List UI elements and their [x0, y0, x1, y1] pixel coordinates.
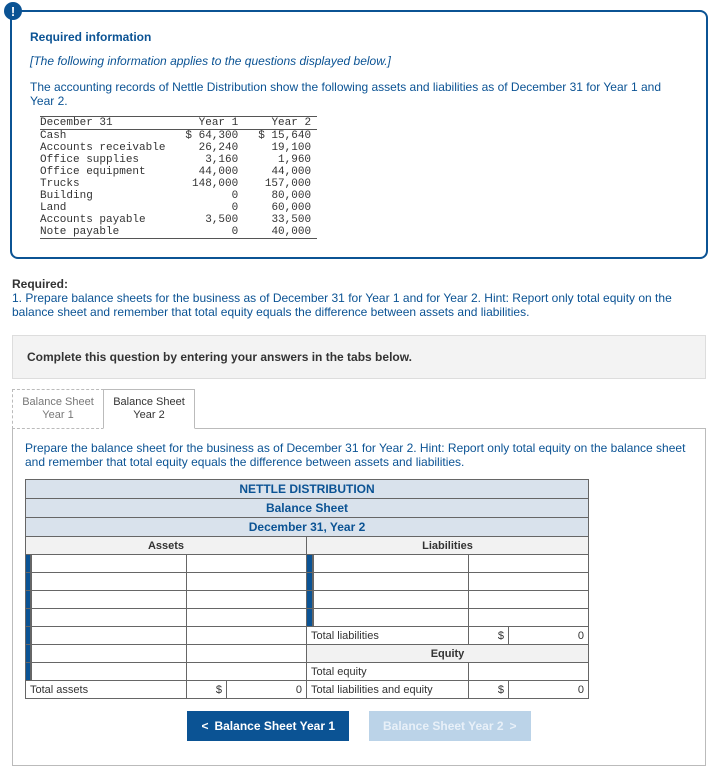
given-row-y1: 26,240	[171, 142, 244, 154]
asset-amount-input[interactable]	[187, 573, 307, 591]
given-row-y2: 1,960	[244, 154, 317, 166]
given-row-y2: 40,000	[244, 226, 317, 239]
dollar-sign: $	[469, 681, 509, 699]
given-row-label: Land	[40, 202, 171, 214]
liab-label-input[interactable]	[313, 591, 469, 609]
next-sheet-button[interactable]: Balance Sheet Year 2 >	[369, 711, 531, 741]
given-row-label: Accounts payable	[40, 214, 171, 226]
liab-label-input[interactable]	[313, 573, 469, 591]
given-row-y2: 157,000	[244, 178, 317, 190]
given-row-y1: 3,160	[171, 154, 244, 166]
nav-buttons: < Balance Sheet Year 1 Balance Sheet Yea…	[25, 711, 693, 741]
given-row-label: Trucks	[40, 178, 171, 190]
given-row-label: Office supplies	[40, 154, 171, 166]
liab-label-input[interactable]	[313, 609, 469, 627]
given-row-y1: 44,000	[171, 166, 244, 178]
given-row-y1: 0	[171, 202, 244, 214]
info-body: The accounting records of Nettle Distrib…	[30, 80, 688, 108]
total-liabilities-value: 0	[509, 627, 589, 645]
asset-label-input[interactable]	[31, 555, 187, 573]
dollar-sign: $	[187, 681, 227, 699]
total-assets-label: Total assets	[25, 681, 187, 699]
given-row-y1: 148,000	[171, 178, 244, 190]
total-liab-eq-value: 0	[509, 681, 589, 699]
required-info-box: ! Required information [The following in…	[10, 10, 708, 259]
given-row-y1: $ 64,300	[171, 130, 244, 143]
tab-label: Year 2	[133, 409, 164, 421]
info-title: Required information	[30, 30, 688, 44]
given-row-y1: 0	[171, 226, 244, 239]
liab-amount-input[interactable]	[469, 573, 589, 591]
total-equity-label: Total equity	[307, 663, 469, 681]
given-row-label: Accounts receivable	[40, 142, 171, 154]
liab-label-input[interactable]	[313, 555, 469, 573]
dollar-sign: $	[469, 627, 509, 645]
total-assets-value: 0	[227, 681, 307, 699]
given-row-y2: 80,000	[244, 190, 317, 202]
required-heading: Required:	[12, 277, 68, 291]
tab-balance-sheet-year-2[interactable]: Balance Sheet Year 2	[103, 389, 195, 429]
asset-amount-input[interactable]	[187, 663, 307, 681]
required-text: 1. Prepare balance sheets for the busine…	[12, 291, 672, 319]
tab-balance-sheet-year-1[interactable]: Balance Sheet Year 1	[12, 389, 104, 429]
given-row-y1: 3,500	[171, 214, 244, 226]
sheet-company: NETTLE DISTRIBUTION	[25, 479, 589, 499]
liabilities-header: Liabilities	[307, 537, 589, 555]
given-hdr-y2: Year 2	[244, 117, 317, 130]
equity-header: Equity	[307, 645, 589, 663]
info-icon: !	[4, 2, 22, 20]
asset-label-input[interactable]	[31, 663, 187, 681]
given-row-y2: 19,100	[244, 142, 317, 154]
chevron-right-icon: >	[510, 719, 517, 733]
tab-label: Balance Sheet	[113, 396, 185, 408]
prev-sheet-button[interactable]: < Balance Sheet Year 1	[187, 711, 349, 741]
total-equity-input[interactable]	[469, 663, 589, 681]
given-row-label: Office equipment	[40, 166, 171, 178]
asset-label-input[interactable]	[31, 573, 187, 591]
panel-instructions: Prepare the balance sheet for the busine…	[25, 441, 693, 469]
asset-amount-input[interactable]	[187, 645, 307, 663]
asset-label-input[interactable]	[31, 591, 187, 609]
given-data-table: December 31 Year 1 Year 2 Cash$ 64,300$ …	[40, 116, 317, 239]
given-row-y2: $ 15,640	[244, 130, 317, 143]
balance-sheet-shell: NETTLE DISTRIBUTION Balance Sheet Decemb…	[25, 479, 589, 699]
liab-amount-input[interactable]	[469, 609, 589, 627]
asset-amount-input[interactable]	[187, 555, 307, 573]
assets-header: Assets	[25, 537, 307, 555]
asset-amount-input[interactable]	[187, 591, 307, 609]
required-block: Required: 1. Prepare balance sheets for …	[0, 269, 718, 327]
given-row-label: Note payable	[40, 226, 171, 239]
sheet-title: Balance Sheet	[25, 499, 589, 518]
sheet-date: December 31, Year 2	[25, 518, 589, 537]
asset-label-input[interactable]	[31, 609, 187, 627]
complete-prompt: Complete this question by entering your …	[12, 335, 706, 379]
asset-amount-input[interactable]	[187, 627, 307, 645]
tab-label: Balance Sheet	[22, 396, 94, 408]
tab-strip: Balance Sheet Year 1 Balance Sheet Year …	[12, 389, 706, 429]
prev-button-label: Balance Sheet Year 1	[214, 719, 335, 733]
info-subtitle: [The following information applies to th…	[30, 54, 688, 68]
given-row-y2: 60,000	[244, 202, 317, 214]
given-row-y1: 0	[171, 190, 244, 202]
asset-label-input[interactable]	[31, 645, 187, 663]
given-hdr-date: December 31	[40, 117, 171, 130]
liab-amount-input[interactable]	[469, 555, 589, 573]
tab-panel-year-2: Prepare the balance sheet for the busine…	[12, 428, 706, 766]
given-row-label: Building	[40, 190, 171, 202]
asset-label-input[interactable]	[31, 627, 187, 645]
given-row-y2: 44,000	[244, 166, 317, 178]
given-hdr-y1: Year 1	[171, 117, 244, 130]
total-liab-eq-label: Total liabilities and equity	[307, 681, 469, 699]
given-row-label: Cash	[40, 130, 171, 143]
liab-amount-input[interactable]	[469, 591, 589, 609]
total-liabilities-label: Total liabilities	[307, 627, 469, 645]
chevron-left-icon: <	[201, 719, 208, 733]
asset-amount-input[interactable]	[187, 609, 307, 627]
tab-label: Year 1	[42, 409, 73, 421]
next-button-label: Balance Sheet Year 2	[383, 719, 504, 733]
given-row-y2: 33,500	[244, 214, 317, 226]
